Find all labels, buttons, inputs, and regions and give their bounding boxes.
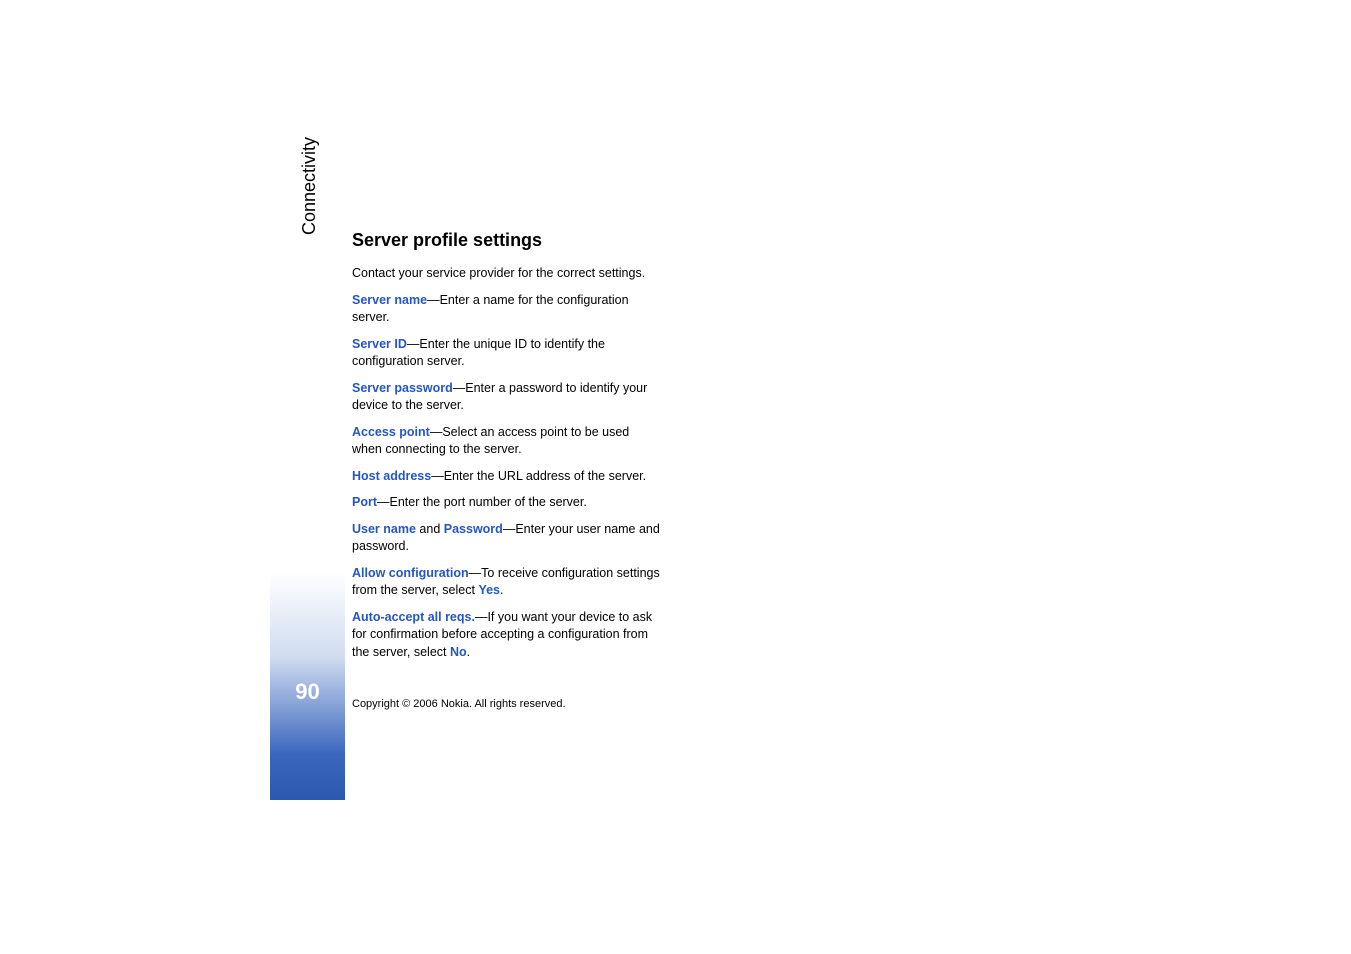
- sidebar-section-label: Connectivity: [299, 137, 320, 235]
- desc-allow-config-2: .: [500, 583, 503, 597]
- setting-host-address: Host address—Enter the URL address of th…: [352, 468, 662, 486]
- term-server-id: Server ID: [352, 337, 407, 351]
- copyright-text: Copyright © 2006 Nokia. All rights reser…: [352, 698, 566, 710]
- page-container: Connectivity 90 Server profile settings …: [270, 150, 1080, 810]
- setting-server-password: Server password—Enter a password to iden…: [352, 380, 662, 415]
- section-heading: Server profile settings: [352, 230, 662, 251]
- term-username: User name: [352, 522, 416, 536]
- sidebar: Connectivity 90: [270, 150, 345, 800]
- term-server-name: Server name: [352, 293, 427, 307]
- term-password: Password: [444, 522, 503, 536]
- setting-server-name: Server name—Enter a name for the configu…: [352, 292, 662, 327]
- term-auto-accept: Auto-accept all reqs.: [352, 610, 475, 624]
- desc-auto-accept-2: .: [467, 645, 470, 659]
- desc-port: —Enter the port number of the server.: [377, 495, 587, 509]
- intro-text: Contact your service provider for the co…: [352, 265, 662, 283]
- setting-auto-accept: Auto-accept all reqs.—If you want your d…: [352, 609, 662, 662]
- value-no: No: [450, 645, 467, 659]
- setting-allow-configuration: Allow configuration—To receive configura…: [352, 565, 662, 600]
- term-access-point: Access point: [352, 425, 430, 439]
- value-yes: Yes: [478, 583, 500, 597]
- desc-host-address: —Enter the URL address of the server.: [431, 469, 646, 483]
- setting-username-password: User name and Password—Enter your user n…: [352, 521, 662, 556]
- term-server-password: Server password: [352, 381, 453, 395]
- term-allow-configuration: Allow configuration: [352, 566, 469, 580]
- setting-port: Port—Enter the port number of the server…: [352, 494, 662, 512]
- term-port: Port: [352, 495, 377, 509]
- page-number: 90: [270, 679, 345, 705]
- mid-text: and: [416, 522, 444, 536]
- content-column: Server profile settings Contact your ser…: [352, 230, 662, 670]
- setting-server-id: Server ID—Enter the unique ID to identif…: [352, 336, 662, 371]
- setting-access-point: Access point—Select an access point to b…: [352, 424, 662, 459]
- term-host-address: Host address: [352, 469, 431, 483]
